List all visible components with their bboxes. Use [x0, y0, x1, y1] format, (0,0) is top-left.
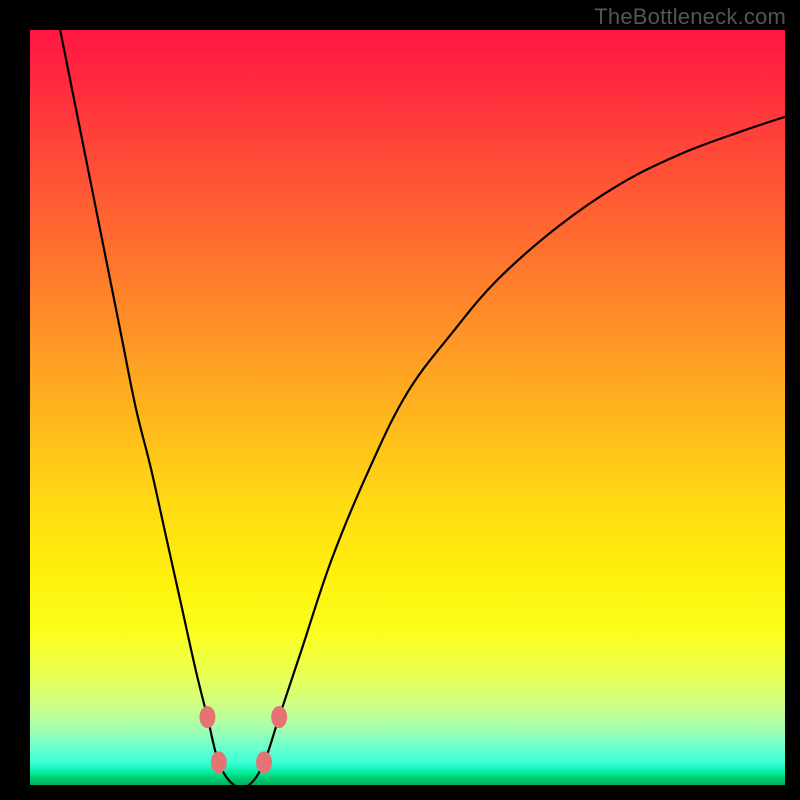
curve-marker: [211, 751, 227, 773]
outer-frame: TheBottleneck.com: [0, 0, 800, 800]
curve-marker: [256, 751, 272, 773]
bottleneck-curve: [60, 30, 785, 785]
bottleneck-curve-svg: [30, 30, 785, 785]
curve-marker: [199, 706, 215, 728]
curve-marker: [271, 706, 287, 728]
watermark-text: TheBottleneck.com: [594, 4, 786, 30]
plot-area: [30, 30, 785, 785]
